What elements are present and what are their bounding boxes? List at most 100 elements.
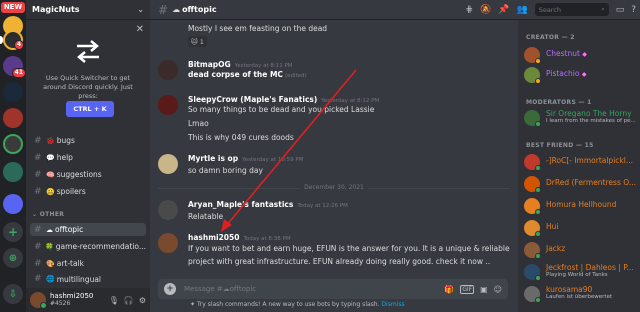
- channel-spoilers[interactable]: # 🤐 spoilers: [30, 185, 146, 198]
- download-apps-icon[interactable]: ⇩: [3, 284, 23, 304]
- channel-help[interactable]: # 💬 help: [30, 151, 146, 164]
- server-icon-3[interactable]: 41: [3, 56, 26, 78]
- gif-icon[interactable]: GIF: [460, 284, 475, 294]
- server-icon-4[interactable]: [3, 82, 23, 102]
- channel-suggestions[interactable]: # 🧠 suggestions: [30, 168, 146, 181]
- channel-emoji: 🎨: [46, 259, 55, 268]
- avatar[interactable]: [158, 154, 178, 174]
- search-icon: ⌕: [601, 5, 605, 13]
- threads-icon[interactable]: ⋕: [466, 5, 474, 15]
- member-category: BEST FRIEND — 15: [526, 142, 594, 149]
- message-text: Relatable: [188, 212, 224, 221]
- status-online-icon: [535, 297, 541, 303]
- message-author[interactable]: Aryan_Maple's fantastics: [188, 200, 293, 209]
- hashtag-icon: #: [34, 258, 42, 269]
- member-item[interactable]: Chestnut ◆: [524, 46, 638, 64]
- channel-bugs[interactable]: # 🐞 bugs: [30, 134, 146, 147]
- server-icon-2[interactable]: 4: [3, 30, 24, 50]
- channel-multilingual[interactable]: # 🌐 multilingual: [30, 274, 146, 284]
- member-item[interactable]: Jeckfrost | Dahleos | P... Playing World…: [524, 263, 638, 281]
- bell-muted-icon[interactable]: 🔕: [480, 5, 491, 15]
- add-attachment-icon[interactable]: +: [164, 283, 176, 295]
- message: Myrtle is op Yesterday at 10:59 PM so dam…: [158, 152, 514, 178]
- message-author[interactable]: Myrtle is op: [188, 154, 238, 163]
- status-online-icon: [535, 121, 541, 127]
- channel-label: offtopic: [55, 225, 84, 234]
- discord-window: NEW 4 41 + ⊕ ⇩ MagicNuts ⌄ ✕ Use Quick S…: [0, 0, 640, 312]
- user-panel: hashmi2050 #4526 🎙 🎧 ⚙: [26, 288, 150, 312]
- new-badge: NEW: [1, 2, 25, 13]
- server-icon-7[interactable]: [3, 162, 23, 182]
- message-placeholder: Message #☁offtopic: [184, 285, 257, 293]
- quick-switcher-shortcut-button[interactable]: CTRL + K: [66, 101, 114, 117]
- message-author[interactable]: hashmi2050: [188, 233, 239, 242]
- hashtag-icon: #: [34, 152, 42, 163]
- channel-offtopic[interactable]: # ☁ offtopic: [30, 223, 146, 236]
- help-icon[interactable]: ?: [631, 5, 636, 15]
- channel-emoji: 🍀: [45, 242, 54, 251]
- message-author[interactable]: BitmapOG: [188, 60, 231, 69]
- channel-emoji: 🌐: [46, 275, 55, 283]
- avatar[interactable]: [158, 233, 178, 253]
- message-text: project with great infrastructure. EFUN …: [188, 257, 491, 266]
- cloud-icon: ☁: [172, 5, 181, 14]
- headphones-icon[interactable]: 🎧: [124, 296, 134, 305]
- server-icon-6[interactable]: [3, 134, 23, 154]
- member-item[interactable]: Homura Hellhound: [524, 197, 638, 215]
- gear-icon[interactable]: ⚙: [139, 296, 146, 305]
- header-toolbar: ⋕ 🔕 📌 👥 Search ⌕ ▭ ?: [466, 3, 636, 16]
- avatar[interactable]: [158, 200, 178, 220]
- message-timestamp: Today at 12:26 PM: [297, 203, 348, 209]
- quick-switcher-text: Use Quick Switcher to get around Discord…: [43, 74, 133, 100]
- category-other[interactable]: ⌄ OTHER: [32, 211, 64, 218]
- inbox-icon[interactable]: ▭: [616, 5, 625, 15]
- member-item[interactable]: Pistachio ◆: [524, 66, 638, 84]
- sticker-icon[interactable]: ▣: [480, 285, 488, 294]
- explore-servers-icon[interactable]: ⊕: [3, 248, 23, 268]
- channel-game-recommendations[interactable]: # 🍀 game-recommendatio...: [30, 240, 146, 253]
- status-online-icon: [535, 275, 541, 281]
- avatar[interactable]: [158, 95, 178, 115]
- member-item[interactable]: Sir Oregano The Horny I learn from the m…: [524, 109, 638, 127]
- channel-label: suggestions: [56, 170, 102, 179]
- member-item[interactable]: kurosama90 Laufen ist überbewertet: [524, 285, 638, 303]
- channel-emoji: ☁: [46, 225, 53, 234]
- add-server-icon[interactable]: +: [3, 222, 23, 242]
- dismiss-link[interactable]: Dismiss: [381, 301, 404, 308]
- pin-icon[interactable]: 📌: [498, 5, 509, 15]
- avatar[interactable]: [158, 60, 178, 80]
- member-item[interactable]: -]RoC[- Immortalpickl...: [524, 153, 638, 171]
- channel-header: # ☁ offtopic ⋕ 🔕 📌 👥 Search ⌕ ▭ ?: [150, 0, 640, 20]
- members-icon[interactable]: 👥: [516, 5, 527, 15]
- member-list: CREATOR — 2 Chestnut ◆ Pistachio ◆ MODER…: [518, 20, 640, 312]
- close-icon[interactable]: ✕: [136, 24, 144, 35]
- date-divider: December 30, 2021: [158, 184, 510, 191]
- member-item[interactable]: DrRed (Fermentress O...: [524, 175, 638, 193]
- reaction[interactable]: 🐱 1: [188, 36, 207, 47]
- channel-emoji: 🤐: [46, 187, 55, 196]
- member-name: Jackz: [546, 244, 566, 253]
- gift-icon[interactable]: 🎁: [444, 285, 454, 294]
- message-author[interactable]: SleepyCrow (Maple's Fanatics): [188, 95, 317, 104]
- hashtag-icon: #: [34, 135, 42, 146]
- username: hashmi2050: [50, 292, 94, 300]
- search-input[interactable]: Search ⌕: [534, 3, 609, 16]
- server-icon-5[interactable]: [3, 108, 23, 128]
- server-header[interactable]: MagicNuts ⌄: [26, 0, 150, 20]
- hashtag-icon: #: [34, 241, 42, 252]
- member-item[interactable]: Jackz: [524, 241, 638, 259]
- microphone-icon[interactable]: 🎙: [109, 296, 119, 305]
- avatar[interactable]: [30, 292, 47, 309]
- channel-label: art-talk: [56, 259, 85, 268]
- channel-art-talk[interactable]: # 🎨 art-talk: [30, 257, 146, 270]
- member-name: DrRed (Fermentress O...: [546, 178, 636, 187]
- server-icon-8[interactable]: [3, 194, 23, 214]
- emoji-icon[interactable]: ☺: [494, 285, 502, 294]
- message-text: Lmao: [188, 119, 209, 128]
- channel-label: help: [56, 153, 73, 162]
- message-input[interactable]: + Message #☁offtopic 🎁 GIF ▣ ☺: [158, 279, 508, 299]
- hashtag-icon: #: [158, 2, 169, 17]
- member-item[interactable]: Hui: [524, 219, 638, 237]
- member-name: Jeckfrost | Dahleos | P...: [546, 263, 634, 272]
- message-text: If you want to bet and earn huge, EFUN i…: [188, 244, 510, 253]
